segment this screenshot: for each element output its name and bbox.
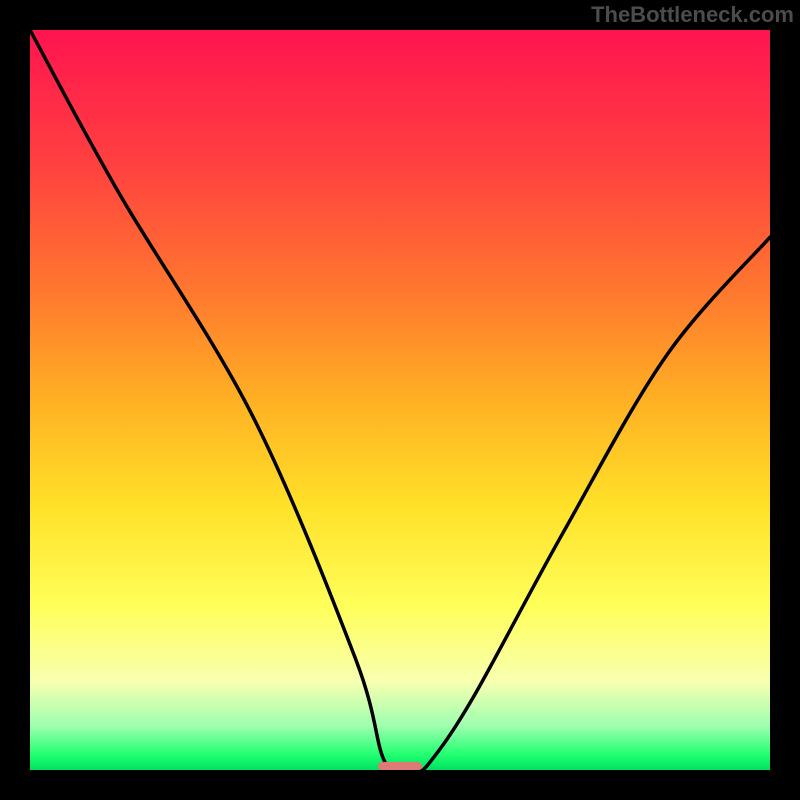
chart-svg [30,30,770,770]
plot-area [30,30,770,770]
watermark-text: TheBottleneck.com [591,2,794,28]
curve-path [30,30,770,770]
chart-frame: TheBottleneck.com [0,0,800,800]
trough-marker [378,762,422,770]
